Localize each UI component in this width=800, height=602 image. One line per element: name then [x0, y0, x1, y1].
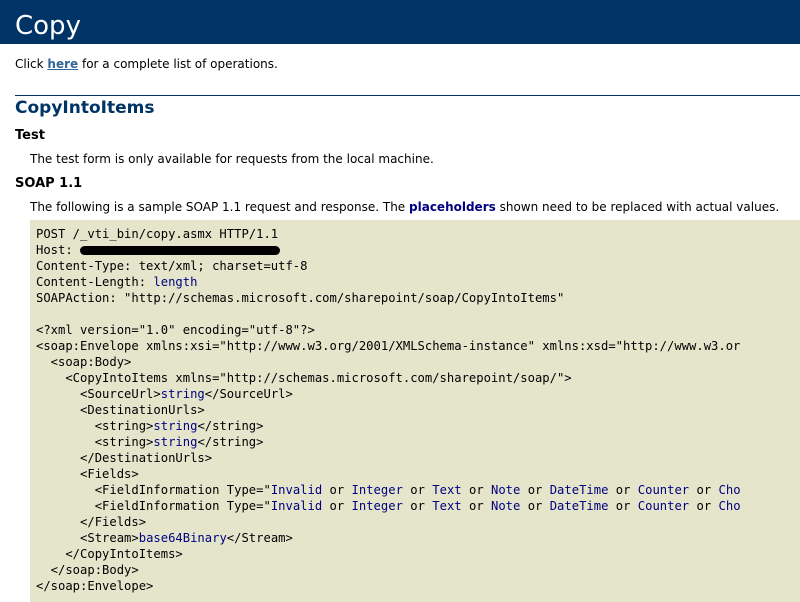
placeholder: Integer	[351, 499, 403, 513]
code-line: </Stream>	[226, 531, 293, 545]
or-text: or	[689, 499, 719, 513]
code-line: <SourceUrl>	[36, 387, 161, 401]
code-line: <string>	[36, 419, 154, 433]
page-header: Copy	[0, 0, 800, 44]
code-line: <soap:Envelope xmlns:xsi="http://www.w3.…	[36, 339, 741, 353]
or-text: or	[402, 499, 433, 513]
code-line: Host:	[36, 243, 81, 257]
or-text: or	[608, 483, 638, 497]
operations-list-link[interactable]: here	[47, 57, 78, 71]
code-line: Content-Length:	[36, 275, 154, 289]
placeholder: base64Binary	[138, 531, 227, 545]
placeholder: Invalid	[270, 499, 323, 513]
or-text: or	[461, 499, 491, 513]
placeholder: Text	[432, 483, 462, 497]
or-text: or	[461, 483, 491, 497]
placeholder: Text	[432, 499, 462, 513]
code-line: <Fields>	[36, 467, 139, 481]
placeholder: DateTime	[549, 483, 609, 497]
page-title: Copy	[15, 11, 81, 41]
or-text: or	[689, 483, 719, 497]
placeholder: string	[153, 419, 198, 433]
code-line: </string>	[197, 435, 264, 449]
code-line: Content-Type: text/xml; charset=utf-8	[36, 259, 308, 273]
placeholder: string	[153, 435, 198, 449]
soap-description: The following is a sample SOAP 1.1 reque…	[30, 200, 779, 214]
placeholder: length	[153, 275, 198, 289]
soap-heading: SOAP 1.1	[15, 176, 83, 191]
code-line: <soap:Body>	[36, 355, 132, 369]
code-line: <Stream>	[36, 531, 139, 545]
or-text: or	[608, 499, 638, 513]
placeholders-term: placeholders	[409, 200, 496, 214]
placeholder: Cho	[718, 483, 741, 497]
code-line: POST /_vti_bin/copy.asmx HTTP/1.1	[36, 227, 279, 241]
placeholder: Note	[491, 499, 521, 513]
or-text: or	[520, 483, 550, 497]
code-line: </soap:Envelope>	[36, 579, 154, 593]
code-line: <CopyIntoItems xmlns="http://schemas.mic…	[36, 371, 572, 385]
test-heading: Test	[15, 128, 45, 143]
code-line: </SourceUrl>	[204, 387, 293, 401]
divider	[15, 95, 800, 96]
operation-title: CopyIntoItems	[15, 98, 155, 118]
intro-suffix: for a complete list of operations.	[78, 57, 278, 71]
or-text: or	[520, 499, 550, 513]
code-line: </soap:Body>	[36, 563, 139, 577]
code-line: <DestinationUrls>	[36, 403, 205, 417]
soap-desc-prefix: The following is a sample SOAP 1.1 reque…	[30, 200, 410, 214]
code-line: SOAPAction: "http://schemas.microsoft.co…	[36, 291, 565, 305]
placeholder: Note	[491, 483, 521, 497]
placeholder: Invalid	[270, 483, 323, 497]
code-line: <string>	[36, 435, 154, 449]
soap-desc-suffix: shown need to be replaced with actual va…	[495, 200, 780, 214]
or-text: or	[402, 483, 433, 497]
placeholder: string	[160, 387, 205, 401]
placeholder: Integer	[351, 483, 403, 497]
code-line: </string>	[197, 419, 264, 433]
placeholder: Cho	[718, 499, 741, 513]
placeholder: Counter	[637, 499, 690, 513]
soap-request-code: POST /_vti_bin/copy.asmx HTTP/1.1 Host: …	[30, 220, 800, 602]
code-line: <FieldInformation Type="	[36, 483, 271, 497]
placeholder: Counter	[637, 483, 690, 497]
redacted-host	[80, 246, 281, 255]
intro-text: Click here for a complete list of operat…	[15, 57, 278, 71]
intro-prefix: Click	[15, 57, 48, 71]
code-line: </DestinationUrls>	[36, 451, 213, 465]
or-text: or	[322, 483, 352, 497]
test-text: The test form is only available for requ…	[30, 152, 434, 166]
code-line: <?xml version="1.0" encoding="utf-8"?>	[36, 323, 315, 337]
code-line: </CopyIntoItems>	[36, 547, 183, 561]
code-line: </Fields>	[36, 515, 147, 529]
code-line: <FieldInformation Type="	[36, 499, 271, 513]
or-text: or	[322, 499, 352, 513]
placeholder: DateTime	[549, 499, 609, 513]
